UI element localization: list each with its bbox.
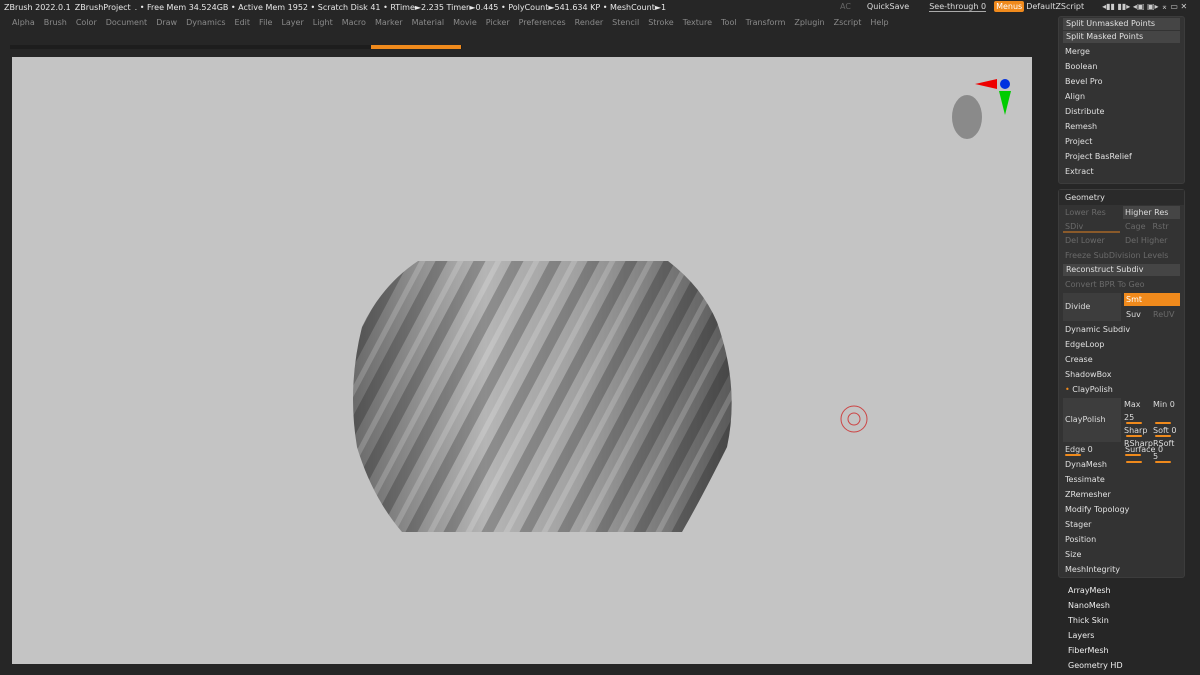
tool-item-bevel-pro[interactable]: Bevel Pro bbox=[1059, 74, 1184, 89]
split-masked-button[interactable]: Split Masked Points bbox=[1063, 31, 1180, 43]
sharp-slider[interactable]: Sharp bbox=[1124, 424, 1153, 437]
script-name: DefaultZScript bbox=[1026, 2, 1085, 11]
claypolish-subheader-label: ClayPolish bbox=[1072, 385, 1113, 394]
menu-color[interactable]: Color bbox=[76, 18, 97, 27]
geometry-item-crease[interactable]: Crease bbox=[1059, 352, 1184, 367]
menu-bar: Alpha Brush Color Document Draw Dynamics Edit F… bbox=[0, 14, 1060, 31]
tool-item-project[interactable]: Project bbox=[1059, 134, 1184, 149]
seethrough-value: 0 bbox=[980, 1, 987, 11]
subpalette-fibermesh[interactable]: FiberMesh bbox=[1068, 646, 1109, 655]
status-stats: . • Free Mem 34.524GB • Active Mem 1952 … bbox=[134, 2, 667, 12]
menu-light[interactable]: Light bbox=[313, 18, 333, 27]
menu-document[interactable]: Document bbox=[106, 18, 147, 27]
geometry-item-size[interactable]: Size bbox=[1059, 547, 1184, 562]
tool-item-remesh[interactable]: Remesh bbox=[1059, 119, 1184, 134]
menu-material[interactable]: Material bbox=[412, 18, 445, 27]
tool-item-extract[interactable]: Extract bbox=[1059, 164, 1184, 179]
suv-toggle[interactable]: Suv bbox=[1124, 308, 1153, 321]
menu-picker[interactable]: Picker bbox=[486, 18, 510, 27]
menu-texture[interactable]: Texture bbox=[683, 18, 712, 27]
menu-transform[interactable]: Transform bbox=[746, 18, 786, 27]
rstr-button[interactable]: Rstr bbox=[1153, 220, 1181, 233]
menu-zscript[interactable]: Zscript bbox=[834, 18, 862, 27]
lower-res-button[interactable]: Lower Res bbox=[1063, 206, 1120, 219]
menu-draw[interactable]: Draw bbox=[156, 18, 177, 27]
menu-file[interactable]: File bbox=[259, 18, 272, 27]
geometry-panel: Geometry Lower Res Higher Res SDiv Cage Rst… bbox=[1058, 189, 1185, 578]
del-lower-button[interactable]: Del Lower bbox=[1063, 234, 1120, 247]
geometry-item-shadowbox[interactable]: ShadowBox bbox=[1059, 367, 1184, 382]
reuv-button[interactable]: ReUV bbox=[1153, 308, 1180, 321]
geometry-item-dynamic-subdiv[interactable]: Dynamic Subdiv bbox=[1059, 322, 1184, 337]
convert-bpr-button[interactable]: Convert BPR To Geo bbox=[1059, 277, 1184, 292]
min-slider[interactable]: Min 0 bbox=[1153, 398, 1180, 424]
higher-res-button[interactable]: Higher Res bbox=[1123, 206, 1180, 219]
max-slider[interactable]: Max 25 bbox=[1124, 398, 1153, 424]
freeze-subdiv-button[interactable]: Freeze SubDivision Levels bbox=[1059, 248, 1184, 263]
geometry-item-meshintegrity[interactable]: MeshIntegrity bbox=[1059, 562, 1184, 577]
menu-render[interactable]: Render bbox=[575, 18, 603, 27]
menu-zplugin[interactable]: Zplugin bbox=[794, 18, 824, 27]
cage-button[interactable]: Cage bbox=[1125, 220, 1153, 233]
tool-item-boolean[interactable]: Boolean bbox=[1059, 59, 1184, 74]
tool-item-project-basrelief[interactable]: Project BasRelief bbox=[1059, 149, 1184, 164]
geometry-item-edgeloop[interactable]: EdgeLoop bbox=[1059, 337, 1184, 352]
surface-slider[interactable]: Surface 0 bbox=[1123, 443, 1180, 456]
soft-slider[interactable]: Soft 0 bbox=[1153, 424, 1180, 437]
reconstruct-subdiv-button[interactable]: Reconstruct Subdiv bbox=[1063, 264, 1180, 276]
menu-macro[interactable]: Macro bbox=[342, 18, 366, 27]
seethrough-label: See-through bbox=[929, 1, 979, 11]
project-name: ZBrushProject bbox=[74, 2, 131, 12]
top-right-controls: AC QuickSave See-through 0 Menus Default… bbox=[840, 1, 1187, 12]
tool-subtools-panel: Split Unmasked Points Split Masked Point… bbox=[1058, 16, 1185, 184]
subpalette-nanomesh[interactable]: NanoMesh bbox=[1068, 601, 1110, 610]
progress-segment bbox=[371, 45, 461, 49]
subpalette-layers[interactable]: Layers bbox=[1068, 631, 1094, 640]
smt-toggle[interactable]: Smt bbox=[1124, 293, 1180, 306]
tool-item-merge[interactable]: Merge bbox=[1059, 44, 1184, 59]
geometry-item-zremesher[interactable]: ZRemesher bbox=[1059, 487, 1184, 502]
menu-marker[interactable]: Marker bbox=[375, 18, 403, 27]
tool-item-align[interactable]: Align bbox=[1059, 89, 1184, 104]
geometry-item-modify-topology[interactable]: Modify Topology bbox=[1059, 502, 1184, 517]
geometry-item-position[interactable]: Position bbox=[1059, 532, 1184, 547]
geometry-header[interactable]: Geometry bbox=[1059, 190, 1184, 205]
menus-button[interactable]: Menus bbox=[994, 1, 1025, 12]
del-higher-button[interactable]: Del Higher bbox=[1123, 234, 1180, 247]
menu-stroke[interactable]: Stroke bbox=[648, 18, 674, 27]
menu-tool[interactable]: Tool bbox=[721, 18, 737, 27]
subpalette-arraymesh[interactable]: ArrayMesh bbox=[1068, 586, 1111, 595]
subpalette-thick-skin[interactable]: Thick Skin bbox=[1068, 616, 1109, 625]
app-title: ZBrush 2022.0.1 bbox=[4, 2, 71, 12]
seethrough-slider[interactable]: See-through 0 bbox=[929, 1, 987, 12]
tool-item-distribute[interactable]: Distribute bbox=[1059, 104, 1184, 119]
geometry-item-tessimate[interactable]: Tessimate bbox=[1059, 472, 1184, 487]
vase-mesh[interactable] bbox=[353, 261, 732, 532]
sdiv-slider[interactable]: SDiv bbox=[1063, 220, 1120, 233]
edge-slider[interactable]: Edge 0 bbox=[1063, 443, 1120, 456]
menu-brush[interactable]: Brush bbox=[44, 18, 67, 27]
menu-help[interactable]: Help bbox=[870, 18, 888, 27]
head-orientation-gizmo[interactable] bbox=[952, 79, 1011, 139]
progress-bar bbox=[10, 45, 462, 49]
menu-dynamics[interactable]: Dynamics bbox=[186, 18, 225, 27]
menu-layer[interactable]: Layer bbox=[281, 18, 303, 27]
brush-cursor-icon bbox=[840, 405, 868, 433]
menu-alpha[interactable]: Alpha bbox=[12, 18, 35, 27]
viewport-canvas[interactable] bbox=[12, 57, 1032, 664]
divide-button[interactable]: Divide bbox=[1063, 293, 1121, 321]
window-controls[interactable]: ◂▮▮ ▮▮▸ ◂▣ ▣▸ ⌅ ▭ ✕ bbox=[1102, 2, 1187, 11]
menu-preferences[interactable]: Preferences bbox=[519, 18, 566, 27]
ac-label: AC bbox=[840, 2, 851, 11]
claypolish-button[interactable]: ClayPolish bbox=[1063, 398, 1121, 442]
quicksave-button[interactable]: QuickSave bbox=[867, 2, 909, 11]
claypolish-subheader[interactable]: • ClayPolish bbox=[1059, 382, 1184, 397]
menu-stencil[interactable]: Stencil bbox=[612, 18, 639, 27]
subpalette-geometry-hd[interactable]: Geometry HD bbox=[1068, 661, 1123, 670]
menu-movie[interactable]: Movie bbox=[453, 18, 477, 27]
menu-edit[interactable]: Edit bbox=[235, 18, 251, 27]
split-unmasked-button[interactable]: Split Unmasked Points bbox=[1063, 18, 1180, 30]
geometry-item-stager[interactable]: Stager bbox=[1059, 517, 1184, 532]
viewport-svg bbox=[353, 79, 1011, 532]
